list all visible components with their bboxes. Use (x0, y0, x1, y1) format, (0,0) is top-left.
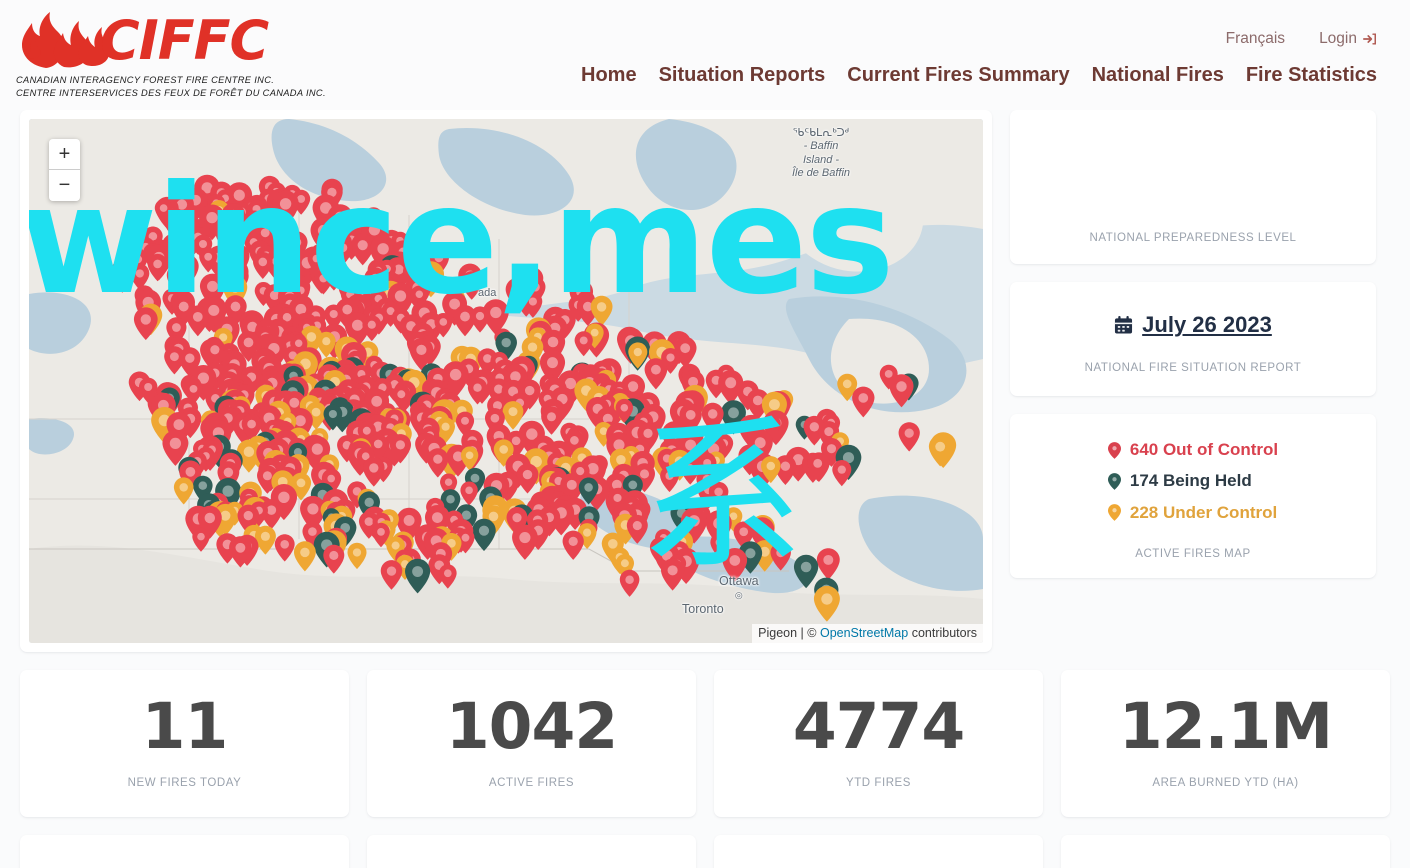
logo-subtitle-fr: CENTRE INTERSERVICES DES FEUX DE FORÊT D… (16, 88, 326, 99)
stat-value-active-fires: 1042 (445, 690, 618, 763)
dashboard-sidebar: 5 NATIONAL PREPAREDNESS LEVEL July 26 20… (1010, 110, 1376, 579)
login-link[interactable]: Login (1319, 30, 1377, 48)
map-pin-icon-under-control (1107, 504, 1121, 522)
nav-item-home[interactable]: Home (581, 64, 637, 87)
utility-links: Français Login (1226, 30, 1377, 48)
situation-report-card: July 26 2023 NATIONAL FIRE SITUATION REP… (1010, 282, 1376, 396)
nav-item-national-fires[interactable]: National Fires (1092, 64, 1224, 87)
logo-wordmark: CIFFC (100, 9, 269, 72)
partial-card-3 (714, 835, 1043, 868)
stat-card-new-fires-today: 11 NEW FIRES TODAY (20, 670, 349, 817)
stat-under-control[interactable]: 228 Under Control (1107, 502, 1278, 523)
language-link-label: Français (1225, 30, 1286, 47)
map-zoom-controls: + − (49, 139, 80, 201)
login-link-label: Login (1319, 30, 1357, 47)
nav-item-situation-reports[interactable]: Situation Reports (659, 64, 826, 87)
stat-label-area-burned-ytd: AREA BURNED YTD (HA) (1152, 777, 1299, 790)
attribution-suffix: contributors (908, 626, 977, 640)
stat-label-new-fires-today: NEW FIRES TODAY (127, 777, 242, 790)
partial-card-1 (20, 835, 349, 868)
zoom-in-button[interactable]: + (49, 139, 80, 170)
main-navigation: Home Situation Reports Current Fires Sum… (581, 64, 1377, 87)
flame-icon (22, 12, 110, 68)
active-fires-stat-list: 640 Out of Control 174 Being Held 228 Un… (1107, 440, 1279, 523)
stat-card-area-burned-ytd: 12.1M AREA BURNED YTD (HA) (1061, 670, 1390, 817)
nav-item-fire-statistics[interactable]: Fire Statistics (1246, 64, 1377, 87)
map-attribution: Pigeon | © OpenStreetMap contributors (752, 624, 983, 643)
next-row-partial (20, 835, 1390, 868)
zoom-out-button[interactable]: − (49, 170, 80, 201)
stat-being-held[interactable]: 174 Being Held (1107, 471, 1278, 491)
preparedness-level-badge: 5 (1176, 148, 1210, 204)
partial-card-2 (367, 835, 696, 868)
stat-value-area-burned-ytd: 12.1M (1118, 690, 1333, 763)
preparedness-level-label: NATIONAL PREPAREDNESS LEVEL (1089, 232, 1297, 244)
partial-card-4 (1061, 835, 1390, 868)
logo-top-row: CIFFC (16, 8, 276, 70)
stat-value-ytd-fires: 4774 (792, 690, 965, 763)
situation-report-label: NATIONAL FIRE SITUATION REPORT (1084, 362, 1302, 374)
logo-subtitle-en: CANADIAN INTERAGENCY FOREST FIRE CENTRE … (16, 75, 275, 85)
sign-in-icon (1363, 33, 1376, 45)
active-fires-summary-card: 640 Out of Control 174 Being Held 228 Un… (1010, 414, 1376, 579)
fire-map[interactable]: + − ᖃᑦᑲᒪᕆᒃᑐᒄ - Baffin Island - Île de Ba… (29, 119, 983, 643)
openstreetmap-link[interactable]: OpenStreetMap (820, 626, 908, 640)
dashboard-top-row: + − ᖃᑦᑲᒪᕆᒃᑐᒄ - Baffin Island - Île de Ba… (20, 110, 1390, 652)
site-header: CIFFC CANADIAN INTERAGENCY FOREST FIRE C… (0, 0, 1410, 110)
nav-item-current-fires-summary[interactable]: Current Fires Summary (847, 64, 1069, 87)
situation-report-date-text: July 26 2023 (1142, 312, 1272, 337)
active-fires-map-label: ACTIVE FIRES MAP (1135, 548, 1251, 561)
map-pin-icon-out-of-control (1107, 441, 1121, 459)
stat-being-held-text: 174 Being Held (1129, 471, 1252, 491)
calendar-icon (1115, 315, 1133, 334)
situation-report-date-link[interactable]: July 26 2023 (1114, 312, 1272, 338)
summary-stats-row: 11 NEW FIRES TODAY 1042 ACTIVE FIRES 477… (20, 670, 1390, 817)
stat-under-control-text: 228 Under Control (1129, 502, 1278, 522)
stat-out-of-control[interactable]: 640 Out of Control (1107, 440, 1279, 460)
site-logo[interactable]: CIFFC CANADIAN INTERAGENCY FOREST FIRE C… (16, 8, 326, 101)
active-fires-map-card: + − ᖃᑦᑲᒪᕆᒃᑐᒄ - Baffin Island - Île de Ba… (20, 110, 992, 652)
stat-value-new-fires-today: 11 (141, 690, 229, 763)
stat-label-active-fires: ACTIVE FIRES (488, 777, 575, 790)
stat-label-ytd-fires: YTD FIRES (845, 777, 911, 790)
stat-out-of-control-text: 640 Out of Control (1129, 440, 1279, 459)
preparedness-level-card: 5 NATIONAL PREPAREDNESS LEVEL (1010, 110, 1376, 264)
language-link[interactable]: Français (1226, 30, 1285, 48)
fire-markers-layer (110, 174, 957, 622)
page-content: + − ᖃᑦᑲᒪᕆᒃᑐᒄ - Baffin Island - Île de Ba… (0, 110, 1410, 868)
stat-card-ytd-fires: 4774 YTD FIRES (714, 670, 1043, 817)
stat-card-active-fires: 1042 ACTIVE FIRES (367, 670, 696, 817)
attribution-prefix: Pigeon | © (758, 626, 820, 640)
map-pin-icon-being-held (1107, 473, 1121, 490)
